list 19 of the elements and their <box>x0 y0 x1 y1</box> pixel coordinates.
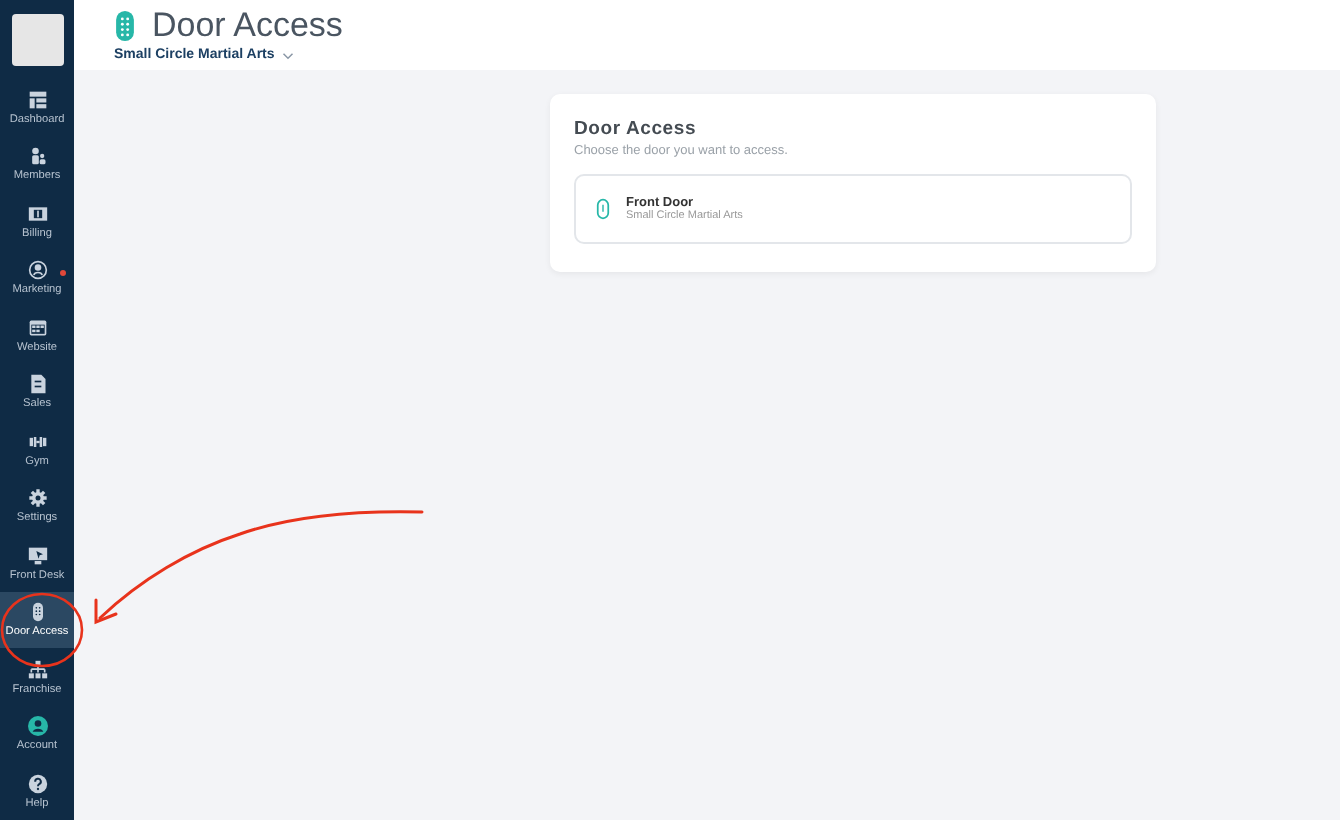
calendar-grid-icon <box>27 317 47 338</box>
person-circle-icon <box>27 260 47 281</box>
door-lock-icon <box>114 10 136 42</box>
door-lock-icon <box>27 602 47 623</box>
dumbbell-icon <box>27 431 47 452</box>
card-title: Door Access <box>574 118 699 140</box>
document-icon <box>27 374 47 395</box>
people-icon <box>27 146 47 167</box>
account-icon <box>27 716 47 737</box>
help-icon <box>27 773 47 794</box>
annotation-circle <box>0 592 84 668</box>
page-title: Door Access <box>152 6 343 46</box>
org-chart-icon <box>27 659 47 680</box>
dashboard-icon <box>27 89 47 110</box>
caret-icon <box>282 51 295 59</box>
door-lock-icon <box>596 198 610 220</box>
banknote-icon <box>27 203 47 224</box>
settings-icon <box>27 488 47 509</box>
monitor-icon <box>27 545 47 566</box>
